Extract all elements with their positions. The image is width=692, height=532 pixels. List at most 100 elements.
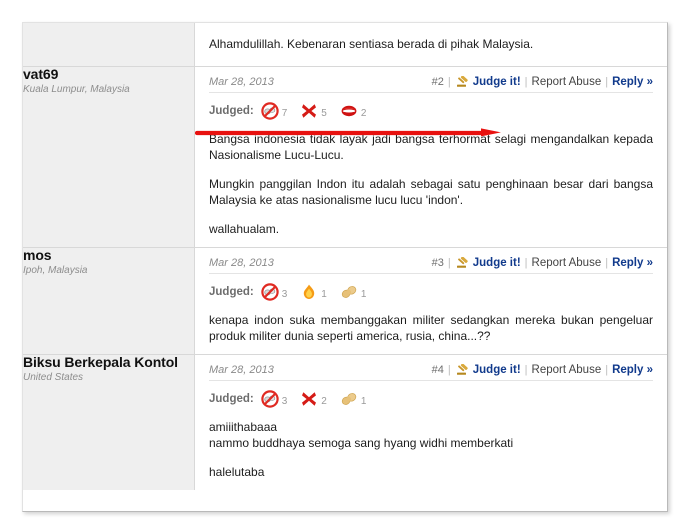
no-bullshit-icon[interactable] bbox=[261, 390, 279, 408]
report-abuse-link[interactable]: Report Abuse bbox=[532, 76, 602, 88]
red-x-icon[interactable] bbox=[300, 390, 318, 408]
judge-count: 1 bbox=[360, 289, 367, 300]
report-abuse-link[interactable]: Report Abuse bbox=[532, 257, 602, 269]
judge-count: 2 bbox=[321, 396, 327, 407]
post-meta-links: #3 | Judge it! | Report Abuse | Reply » bbox=[431, 256, 653, 269]
judged-row: Judged: 7 5 2 bbox=[209, 100, 653, 122]
gavel-icon bbox=[456, 363, 470, 376]
post-body-cell: Mar 28, 2013 #3 | Judge it! | Report Abu… bbox=[194, 247, 667, 355]
thread-body: Alhamdulillah. Kebenaran sentiasa berada… bbox=[23, 23, 667, 490]
meta-separator: | bbox=[605, 257, 609, 269]
post-date: Mar 28, 2013 bbox=[209, 257, 274, 269]
meta-separator: | bbox=[447, 257, 451, 269]
judge-item[interactable]: 5 bbox=[300, 102, 327, 120]
judge-count: 3 bbox=[281, 396, 288, 407]
forum-thread-panel: Alhamdulillah. Kebenaran sentiasa berada… bbox=[22, 22, 668, 512]
lips-icon[interactable] bbox=[340, 102, 358, 120]
meta-separator: | bbox=[524, 76, 528, 88]
judge-item[interactable]: 2 bbox=[340, 102, 367, 120]
meta-separator: | bbox=[524, 257, 528, 269]
quote-row: Alhamdulillah. Kebenaran sentiasa berada… bbox=[23, 23, 667, 67]
judge-item[interactable]: 3 bbox=[261, 283, 288, 301]
post-paragraph: nammo buddhaya semoga sang hyang widhi m… bbox=[209, 436, 514, 450]
judge-count: 5 bbox=[321, 108, 327, 119]
judge-count: 1 bbox=[321, 289, 327, 300]
post-username[interactable]: mos bbox=[23, 248, 194, 263]
judged-label: Judged: bbox=[209, 105, 254, 117]
judge-it-link[interactable]: Judge it! bbox=[473, 76, 521, 88]
post-user-cell: Biksu Berkepala Kontol United States bbox=[23, 354, 195, 490]
gavel-icon bbox=[456, 256, 470, 269]
peanut-icon[interactable] bbox=[340, 283, 358, 301]
judge-item[interactable]: 2 bbox=[300, 390, 327, 408]
quote-text: Alhamdulillah. Kebenaran sentiasa berada… bbox=[209, 37, 534, 51]
post-body-cell: Mar 28, 2013 #2 | Judge it! | Report Abu… bbox=[194, 66, 667, 248]
post-number: #3 bbox=[431, 257, 444, 269]
post-body-inner: Mar 28, 2013 #2 | Judge it! | Report Abu… bbox=[194, 67, 667, 247]
reply-link[interactable]: Reply » bbox=[612, 364, 653, 376]
quote-body-cell: Alhamdulillah. Kebenaran sentiasa berada… bbox=[194, 23, 667, 67]
post-paragraph: halelutaba bbox=[209, 465, 265, 479]
post-paragraph: Bangsa indonesia tidak layak jadi bangsa… bbox=[209, 132, 653, 162]
flame-icon[interactable] bbox=[300, 283, 318, 301]
post-user-cell: mos Ipoh, Malaysia bbox=[23, 247, 195, 355]
meta-separator: | bbox=[605, 364, 609, 376]
judge-item[interactable]: 3 bbox=[261, 390, 288, 408]
post-paragraph: kenapa indon suka membanggakan militer s… bbox=[209, 313, 653, 343]
post-user-location: Ipoh, Malaysia bbox=[23, 265, 88, 276]
judge-item[interactable]: 7 bbox=[261, 102, 288, 120]
meta-separator: | bbox=[447, 76, 451, 88]
post-username[interactable]: Biksu Berkepala Kontol bbox=[23, 355, 194, 370]
reply-link[interactable]: Reply » bbox=[612, 257, 653, 269]
post-paragraph: amiiithabaaa bbox=[209, 420, 278, 434]
judge-it-link[interactable]: Judge it! bbox=[473, 364, 521, 376]
quote-user-cell bbox=[23, 23, 195, 67]
post-number: #2 bbox=[431, 76, 444, 88]
post-body-inner: Mar 28, 2013 #4 | Judge it! | Report Abu… bbox=[195, 355, 667, 490]
post-number: #4 bbox=[431, 364, 444, 376]
post-user-location: United States bbox=[23, 372, 84, 383]
post-meta-line: Mar 28, 2013 #3 | Judge it! | Report Abu… bbox=[209, 256, 653, 274]
report-abuse-link[interactable]: Report Abuse bbox=[532, 364, 602, 376]
reply-link[interactable]: Reply » bbox=[612, 76, 653, 88]
post-body-inner: Mar 28, 2013 #3 | Judge it! | Report Abu… bbox=[195, 248, 667, 354]
post-date: Mar 28, 2013 bbox=[209, 76, 274, 88]
no-bullshit-icon[interactable] bbox=[261, 102, 279, 120]
post-user-cell: vat69 Kuala Lumpur, Malaysia bbox=[23, 66, 195, 248]
gavel-icon bbox=[456, 75, 470, 88]
judge-count: 2 bbox=[360, 108, 367, 119]
judge-count: 7 bbox=[281, 108, 288, 119]
post-paragraph: Mungkin panggilan Indon itu adalah sebag… bbox=[209, 177, 653, 207]
post-row: mos Ipoh, Malaysia Mar 28, 2013 #3 | Jud… bbox=[23, 247, 667, 355]
post-meta-links: #4 | Judge it! | Report Abuse | Reply » bbox=[431, 363, 653, 376]
post-row: Biksu Berkepala Kontol United States Mar… bbox=[23, 354, 667, 490]
post-paragraph: wallahualam. bbox=[209, 222, 280, 236]
post-date: Mar 28, 2013 bbox=[209, 364, 274, 376]
judge-count: 1 bbox=[360, 396, 367, 407]
post-user-location: Kuala Lumpur, Malaysia bbox=[23, 84, 130, 95]
peanut-icon[interactable] bbox=[340, 390, 358, 408]
judge-item[interactable]: 1 bbox=[340, 283, 367, 301]
judged-label: Judged: bbox=[209, 393, 254, 405]
judged-row: Judged: 3 bbox=[209, 281, 653, 303]
post-username[interactable]: vat69 bbox=[23, 67, 194, 82]
meta-separator: | bbox=[605, 76, 609, 88]
post-row: vat69 Kuala Lumpur, Malaysia Mar 28, 201… bbox=[23, 66, 667, 248]
post-text: amiiithabaaa nammo buddhaya semoga sang … bbox=[209, 419, 653, 480]
post-text: kenapa indon suka membanggakan militer s… bbox=[209, 312, 653, 344]
post-text: Bangsa indonesia tidak layak jadi bangsa… bbox=[209, 131, 653, 237]
post-body-cell: Mar 28, 2013 #4 | Judge it! | Report Abu… bbox=[194, 354, 667, 490]
judge-item[interactable]: 1 bbox=[300, 283, 327, 301]
judge-item[interactable]: 1 bbox=[340, 390, 367, 408]
judge-it-link[interactable]: Judge it! bbox=[473, 257, 521, 269]
judge-count: 3 bbox=[281, 289, 288, 300]
no-bullshit-icon[interactable] bbox=[261, 283, 279, 301]
post-meta-line: Mar 28, 2013 #4 | Judge it! | Report Abu… bbox=[209, 363, 653, 381]
post-meta-links: #2 | Judge it! | Report Abuse | Reply » bbox=[431, 75, 653, 88]
red-x-icon[interactable] bbox=[300, 102, 318, 120]
meta-separator: | bbox=[447, 364, 451, 376]
meta-separator: | bbox=[524, 364, 528, 376]
thread-table: Alhamdulillah. Kebenaran sentiasa berada… bbox=[23, 23, 667, 490]
post-meta-line: Mar 28, 2013 #2 | Judge it! | Report Abu… bbox=[209, 75, 653, 93]
judged-label: Judged: bbox=[209, 286, 254, 298]
